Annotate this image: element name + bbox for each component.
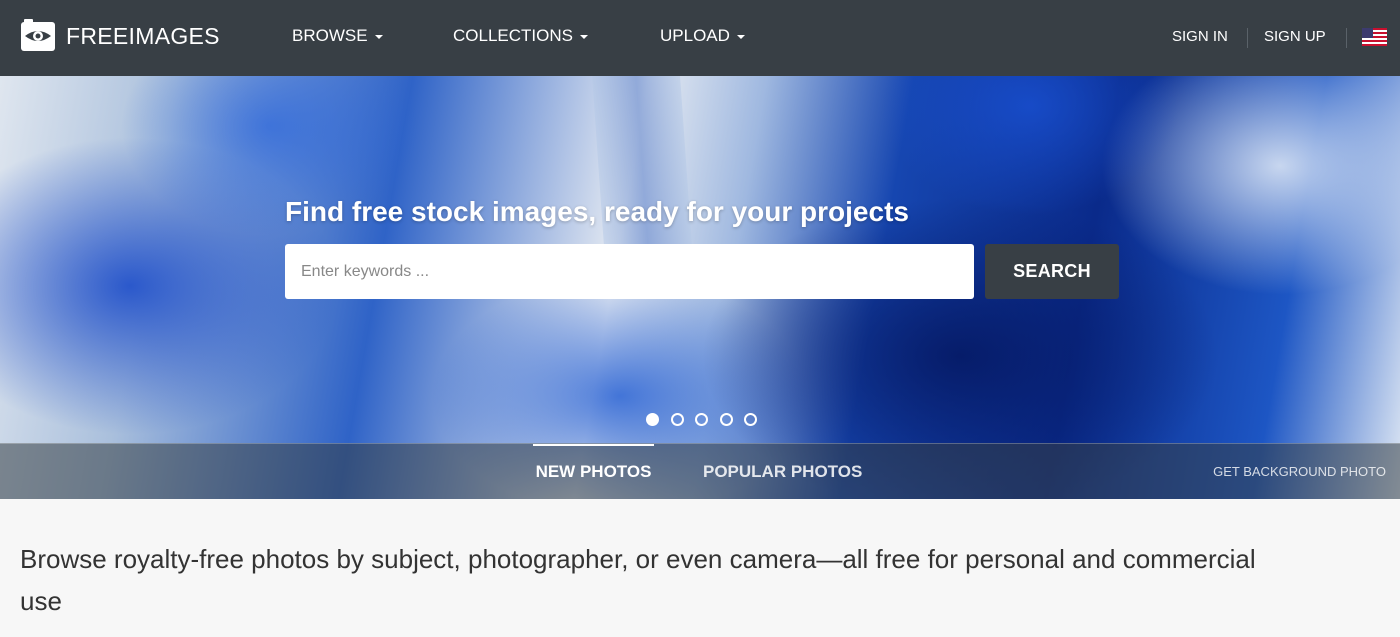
caret-down-icon — [374, 35, 383, 39]
hero-banner: Find free stock images, ready for your p… — [0, 76, 1400, 499]
nav-divider — [1346, 28, 1347, 48]
menu-browse[interactable]: BROWSE — [292, 26, 383, 46]
logo-text: FREEIMAGES — [66, 22, 220, 49]
sign-in-link[interactable]: SIGN IN — [1172, 28, 1228, 45]
tab-new-photos[interactable]: NEW PHOTOS — [533, 444, 654, 499]
nav-divider — [1247, 28, 1248, 48]
sign-up-link[interactable]: SIGN UP — [1264, 28, 1326, 45]
caret-down-icon — [579, 35, 588, 39]
caret-down-icon — [736, 35, 745, 39]
get-background-photo-link[interactable]: GET BACKGROUND PHOTO — [1213, 464, 1386, 479]
camera-eye-icon — [20, 18, 56, 54]
carousel-dot-2[interactable] — [670, 413, 684, 426]
hero-headline: Find free stock images, ready for your p… — [285, 196, 909, 227]
carousel-dot-5[interactable] — [744, 413, 757, 426]
carousel-dot-1[interactable] — [646, 413, 659, 426]
intro-text: Browse royalty-free photos by subject, p… — [20, 544, 1256, 616]
top-nav: FREEIMAGES BROWSE COLLECTIONS UPLOAD SIG… — [0, 0, 1400, 76]
menu-upload-label: UPLOAD — [660, 26, 730, 45]
us-flag-icon[interactable] — [1362, 28, 1387, 46]
carousel-dot-4[interactable] — [719, 413, 733, 426]
menu-upload[interactable]: UPLOAD — [660, 26, 745, 46]
carousel-indicators — [646, 413, 769, 426]
menu-collections-label: COLLECTIONS — [453, 26, 573, 45]
menu-collections[interactable]: COLLECTIONS — [453, 26, 588, 46]
logo[interactable]: FREEIMAGES — [20, 18, 220, 54]
photo-tabs: NEW PHOTOS POPULAR PHOTOS GET BACKGROUND… — [0, 443, 1400, 499]
search-input[interactable] — [285, 244, 974, 299]
carousel-dot-3[interactable] — [695, 413, 708, 426]
search-button[interactable]: SEARCH — [985, 244, 1119, 299]
tab-popular-photos[interactable]: POPULAR PHOTOS — [703, 444, 862, 499]
menu-browse-label: BROWSE — [292, 26, 368, 45]
